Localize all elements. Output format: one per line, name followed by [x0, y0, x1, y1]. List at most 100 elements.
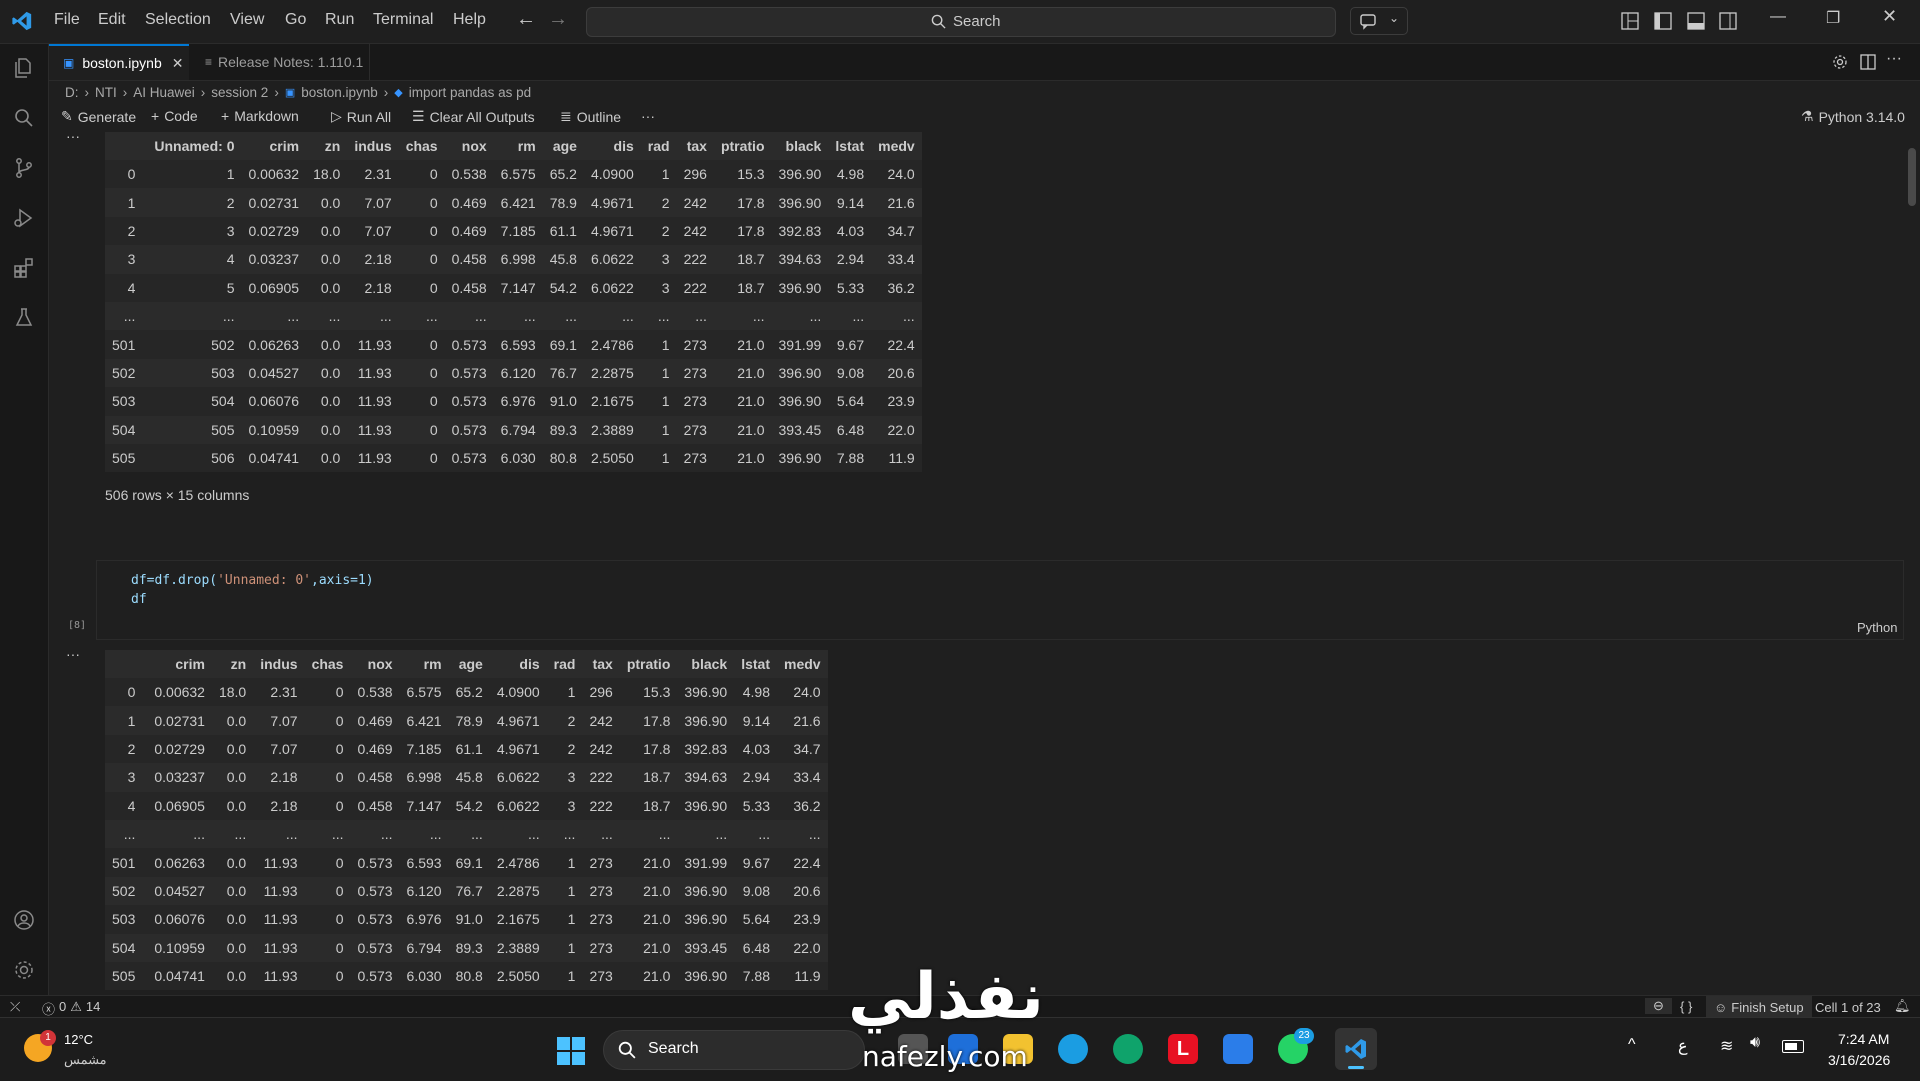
row-index: 4	[105, 273, 148, 302]
windows-start-icon[interactable]	[557, 1037, 585, 1065]
taskbar-search[interactable]: Search	[603, 1030, 865, 1070]
table-cell: 0.02731	[241, 188, 307, 217]
app-l-icon[interactable]: L	[1168, 1034, 1198, 1064]
kernel-label: Python 3.14.0	[1818, 108, 1905, 125]
column-header: rad	[640, 132, 677, 160]
editor-scrollbar[interactable]	[1908, 148, 1916, 206]
weather-temp[interactable]: 12°C	[64, 1032, 93, 1047]
toggle-primary-sidebar-icon[interactable]	[1654, 12, 1672, 30]
input-language[interactable]: ع	[1678, 1036, 1688, 1056]
testing-flask-icon[interactable]	[12, 306, 36, 330]
table-cell: 33.4	[777, 763, 828, 792]
cell-language-label[interactable]: Python	[1857, 620, 1897, 635]
kernel-picker[interactable]: ⚗ Python 3.14.0	[1801, 108, 1905, 125]
breadcrumb-drive[interactable]: D:	[65, 85, 79, 100]
edge-dev-icon[interactable]	[1113, 1034, 1143, 1064]
row-index: 503	[105, 905, 148, 934]
close-window-icon[interactable]: ✕	[1882, 6, 1897, 27]
finish-setup-button[interactable]: ☺ Finish Setup	[1706, 996, 1812, 1018]
edge-icon[interactable]	[1058, 1034, 1088, 1064]
table-cell: 0	[398, 273, 445, 302]
row-index: 2	[105, 216, 148, 246]
clock-time[interactable]: 7:24 AM	[1838, 1031, 1889, 1047]
table-cell: 61.1	[542, 216, 584, 246]
toolbar-more-button[interactable]: ···	[641, 108, 655, 124]
remote-indicator-icon[interactable]: ⤫	[10, 999, 20, 1015]
menu-terminal[interactable]: Terminal	[373, 11, 433, 29]
toggle-secondary-sidebar-icon[interactable]	[1719, 12, 1737, 30]
output-menu-icon[interactable]: ···	[66, 128, 80, 144]
gear-icon[interactable]	[1832, 54, 1848, 70]
table-row: 3 0.03237 0.0 2.18 0 0.458 6.998 45.8 6.0622 3 222…	[105, 763, 828, 792]
table-cell: 34.7	[871, 216, 922, 246]
clock-date[interactable]: 3/16/2026	[1828, 1052, 1890, 1068]
table-cell: 36.2	[777, 791, 828, 820]
explorer-icon[interactable]	[12, 56, 36, 80]
bell-icon[interactable]: 🔔︎	[1894, 998, 1911, 1014]
cell-position[interactable]: Cell 1 of 23	[1815, 1000, 1881, 1015]
table-cell: 11.93	[347, 415, 399, 444]
chevron-up-icon[interactable]: ^	[1628, 1036, 1636, 1054]
generate-button[interactable]: ✎ Generate	[61, 108, 136, 125]
account-icon[interactable]	[12, 908, 36, 932]
search-icon[interactable]	[12, 106, 36, 130]
menu-file[interactable]: File	[54, 11, 80, 29]
layout-customize-icon[interactable]	[1621, 12, 1639, 30]
menu-help[interactable]: Help	[453, 11, 486, 29]
toggle-panel-icon[interactable]	[1687, 12, 1705, 30]
microsoft-store-icon[interactable]	[1223, 1034, 1253, 1064]
code-editor[interactable]: df=df.drop('Unnamed: 0',axis=1) df	[131, 572, 374, 609]
breadcrumb-folder-nti[interactable]: NTI	[95, 85, 117, 100]
menu-run[interactable]: Run	[325, 11, 354, 29]
volume-icon[interactable]: 🔊︎	[1750, 1034, 1760, 1052]
menu-view[interactable]: View	[230, 11, 264, 29]
battery-icon[interactable]	[1782, 1040, 1804, 1053]
add-markdown-button[interactable]: + Markdown	[221, 108, 299, 124]
forward-arrow-icon[interactable]: →	[548, 8, 568, 31]
table-row: 2 0.02729 0.0 7.07 0 0.469 7.185 61.1 4.9671 2 242…	[105, 734, 828, 764]
table-cell: 7.07	[347, 216, 399, 246]
split-editor-icon[interactable]	[1860, 54, 1876, 70]
minimize-icon[interactable]: —	[1770, 8, 1786, 26]
close-tab-icon[interactable]: ✕	[172, 55, 184, 72]
table-cell: 0.06076	[241, 387, 307, 416]
tab-release-notes[interactable]: ≡ Release Notes: 1.110.1	[189, 44, 370, 80]
menu-edit[interactable]: Edit	[98, 11, 126, 29]
wifi-icon[interactable]: ≋	[1720, 1036, 1733, 1056]
table-cell: 15.3	[713, 160, 772, 189]
breadcrumb-cell[interactable]: import pandas as pd	[409, 85, 531, 100]
run-all-button[interactable]: ▷ Run All	[331, 108, 391, 125]
breadcrumb-folder-ai-huawei[interactable]: AI Huawei	[133, 85, 195, 100]
add-code-button[interactable]: + Code	[151, 108, 198, 124]
command-center-search[interactable]: Search	[586, 7, 1336, 37]
run-debug-icon[interactable]	[12, 206, 36, 230]
more-actions-icon[interactable]: ···	[1886, 50, 1902, 68]
zoom-icon[interactable]: ⊖	[1645, 998, 1672, 1014]
clear-outputs-button[interactable]: ☰ Clear All Outputs	[412, 108, 535, 125]
breadcrumb-file[interactable]: boston.ipynb	[301, 85, 378, 100]
tab-boston-ipynb[interactable]: ▣ boston.ipynb ✕	[49, 44, 189, 80]
copilot-chat-button[interactable]: ⌄	[1350, 7, 1408, 35]
problems-indicator[interactable]: ⓧ 0 ⚠ 14	[42, 999, 100, 1018]
gear-icon[interactable]	[12, 958, 36, 982]
column-header: chas	[304, 650, 351, 678]
braces-icon[interactable]: { }	[1680, 999, 1692, 1014]
vscode-taskbar-button[interactable]	[1335, 1028, 1377, 1070]
outline-button[interactable]: ≣ Outline	[560, 108, 621, 125]
table-cell: 20.6	[871, 358, 922, 388]
kernel-icon: ⚗	[1801, 108, 1814, 124]
menu-selection[interactable]: Selection	[145, 11, 211, 29]
row-index: 0	[105, 678, 148, 707]
column-header: Unnamed: 0	[147, 132, 242, 160]
breadcrumb-folder-session[interactable]: session 2	[211, 85, 268, 100]
table-row: 501 0.06263 0.0 11.93 0 0.573 6.593 69.1 2.4786 1…	[105, 848, 828, 877]
table-cell: 4.0900	[583, 160, 641, 189]
table-cell: 242	[582, 706, 620, 735]
extensions-icon[interactable]	[12, 256, 36, 280]
back-arrow-icon[interactable]: ←	[516, 8, 536, 31]
menu-go[interactable]: Go	[285, 11, 306, 29]
table-cell: ...	[347, 301, 399, 331]
source-control-icon[interactable]	[12, 156, 36, 180]
restore-icon[interactable]: ❐	[1826, 8, 1840, 28]
output-menu-icon[interactable]: ···	[66, 646, 80, 662]
